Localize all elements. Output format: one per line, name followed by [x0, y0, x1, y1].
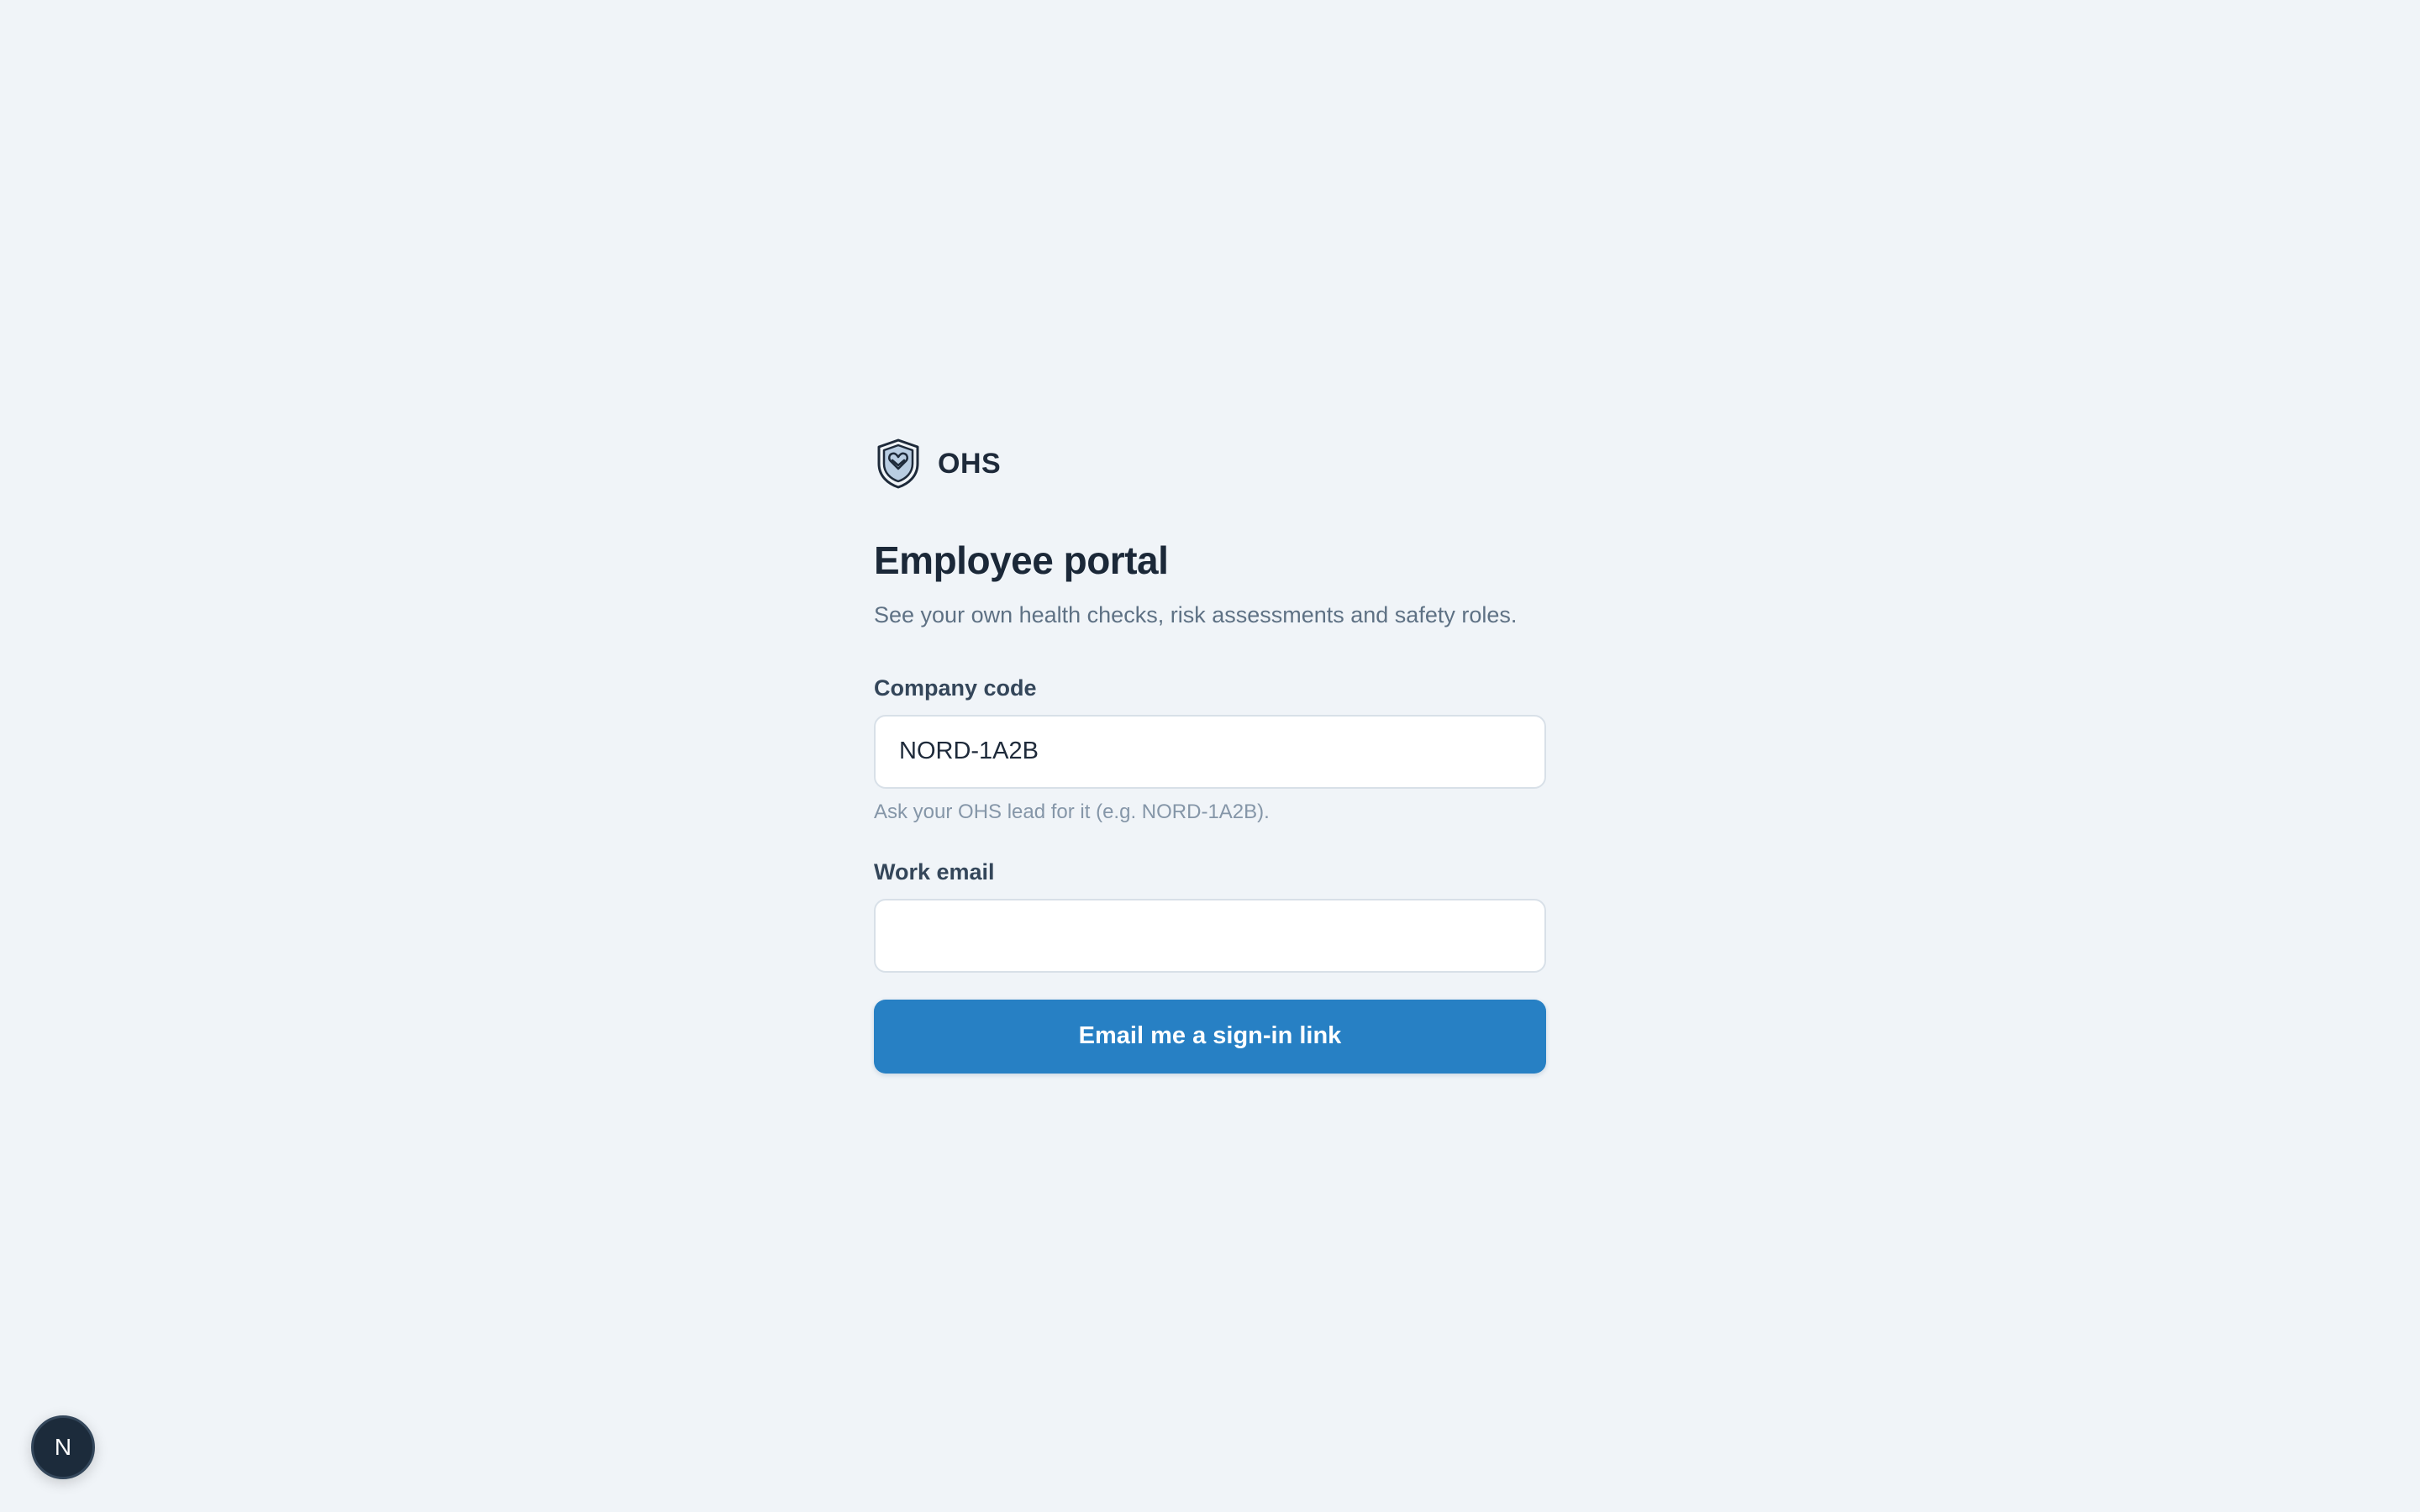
- work-email-label: Work email: [874, 858, 995, 885]
- company-code-input[interactable]: [874, 714, 1546, 789]
- work-email-input[interactable]: [874, 898, 1546, 973]
- company-code-label: Company code: [874, 675, 1037, 701]
- login-panel: OHS Employee portal See your own health …: [874, 437, 1546, 1074]
- shield-heart-icon: [874, 438, 923, 490]
- brand-name: OHS: [938, 447, 1002, 480]
- avatar[interactable]: N: [31, 1415, 95, 1479]
- login-page: OHS Employee portal See your own health …: [0, 0, 2420, 1512]
- page-subtitle: See your own health checks, risk assessm…: [874, 601, 1518, 627]
- page-title: Employee portal: [874, 538, 1169, 582]
- company-code-hint: Ask your OHS lead for it (e.g. NORD-1A2B…: [874, 800, 1270, 823]
- email-sign-in-link-button[interactable]: Email me a sign-in link: [874, 999, 1546, 1074]
- brand: OHS: [874, 437, 1546, 491]
